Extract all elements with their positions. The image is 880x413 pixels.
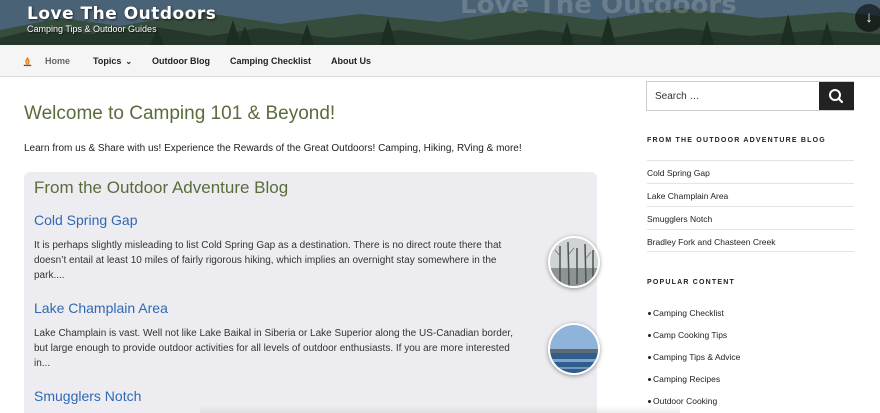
nav-camping-checklist[interactable]: Camping Checklist	[230, 45, 311, 77]
blog-post: Lake Champlain Area Lake Champlain is va…	[34, 300, 594, 369]
blog-post: Cold Spring Gap It is perhaps slightly m…	[34, 212, 594, 281]
nav-home[interactable]: Home	[45, 45, 70, 77]
sidebar-blog-link[interactable]: Cold Spring Gap	[647, 160, 854, 183]
widget-title-blog: FROM THE OUTDOOR ADVENTURE BLOG	[647, 137, 826, 144]
post-excerpt: Lake Champlain is vast. Well not like La…	[34, 328, 513, 369]
site-tagline: Camping Tips & Outdoor Guides	[27, 24, 157, 34]
search-input[interactable]	[647, 82, 819, 110]
blog-feed-box: From the Outdoor Adventure Blog Cold Spr…	[24, 172, 600, 413]
main-navigation: Home Topics ⌄ Outdoor Blog Camping Checkl…	[0, 45, 880, 77]
bottom-shadow	[200, 406, 680, 413]
lake-image	[550, 325, 598, 373]
search-icon	[829, 89, 844, 104]
sidebar-blog-link[interactable]: Bradley Fork and Chasteen Creek	[647, 229, 854, 252]
popular-content-link[interactable]: Camp Cooking Tips	[647, 330, 727, 340]
post-title-link[interactable]: Cold Spring Gap	[34, 212, 594, 228]
header-banner: Love The Outdoors Love The Outdoors Camp…	[0, 0, 880, 45]
nav-outdoor-blog[interactable]: Outdoor Blog	[152, 45, 210, 77]
sidebar-blog-link[interactable]: Smugglers Notch	[647, 206, 854, 229]
blog-post: Smugglers Notch	[34, 388, 594, 404]
popular-content-link[interactable]: Camping Checklist	[648, 308, 724, 318]
search-form	[646, 81, 854, 111]
intro-text: Learn from us & Share with us! Experienc…	[24, 143, 522, 154]
post-thumbnail[interactable]	[548, 236, 600, 288]
search-button[interactable]	[819, 82, 854, 110]
campfire-icon	[23, 56, 32, 67]
nav-topics-label: Topics	[93, 56, 122, 66]
post-excerpt: It is perhaps slightly misleading to lis…	[34, 240, 502, 281]
popular-content-link[interactable]: Outdoor Cooking	[647, 396, 717, 406]
post-title-link[interactable]: Lake Champlain Area	[34, 300, 594, 316]
sidebar-blog-link[interactable]: Lake Champlain Area	[647, 183, 854, 206]
arrow-down-icon[interactable]: ↓	[855, 4, 880, 32]
post-title-link[interactable]: Smugglers Notch	[34, 388, 594, 404]
chevron-down-icon: ⌄	[125, 57, 133, 66]
nav-about-us[interactable]: About Us	[331, 45, 371, 77]
popular-content-link[interactable]: Camping Tips & Advice	[647, 352, 740, 362]
page-title: Welcome to Camping 101 & Beyond!	[24, 103, 336, 124]
nav-topics[interactable]: Topics ⌄	[93, 45, 132, 77]
foggy-forest-image	[550, 238, 598, 286]
popular-content-link[interactable]: Camping Recipes	[647, 374, 720, 384]
widget-title-popular: POPULAR CONTENT	[647, 279, 735, 286]
post-thumbnail[interactable]	[548, 323, 600, 375]
banner-watermark: Love The Outdoors	[460, 0, 737, 20]
site-title[interactable]: Love The Outdoors	[27, 4, 216, 24]
blog-feed-heading: From the Outdoor Adventure Blog	[34, 178, 289, 197]
